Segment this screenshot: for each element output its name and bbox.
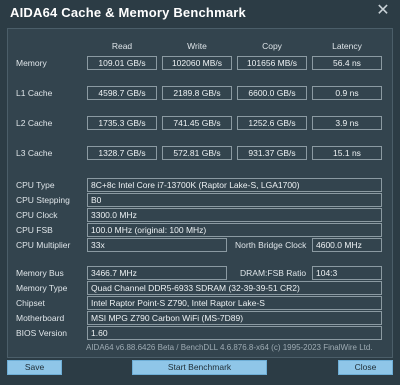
- version-info: AIDA64 v6.88.6426 Beta / BenchDLL 4.6.87…: [86, 343, 373, 352]
- memory-latency: 56.4 ns: [312, 56, 382, 70]
- cpu-fsb-value: 100.0 MHz (original: 100 MHz): [87, 223, 382, 237]
- l2-write: 741.45 GB/s: [162, 116, 232, 130]
- window-title: AIDA64 Cache & Memory Benchmark: [10, 5, 246, 20]
- memory-bus-label: Memory Bus: [16, 268, 64, 278]
- header-write: Write: [187, 41, 207, 51]
- l2-copy: 1252.6 GB/s: [237, 116, 307, 130]
- memory-type-label: Memory Type: [16, 283, 68, 293]
- cpu-stepping-value: B0: [87, 193, 382, 207]
- l3-copy: 931.37 GB/s: [237, 146, 307, 160]
- l2-read: 1735.3 GB/s: [87, 116, 157, 130]
- cpu-stepping-label: CPU Stepping: [16, 195, 70, 205]
- motherboard-value: MSI MPG Z790 Carbon WiFi (MS-7D89): [87, 311, 382, 325]
- header-copy: Copy: [262, 41, 282, 51]
- cpu-multiplier-label: CPU Multiplier: [16, 240, 71, 250]
- cpu-fsb-label: CPU FSB: [16, 225, 53, 235]
- close-button[interactable]: Close: [338, 360, 393, 375]
- row-label-memory: Memory: [16, 58, 47, 68]
- nb-clock-label: North Bridge Clock: [235, 240, 307, 250]
- l1-copy: 6600.0 GB/s: [237, 86, 307, 100]
- l1-latency: 0.9 ns: [312, 86, 382, 100]
- save-button[interactable]: Save: [7, 360, 62, 375]
- memory-type-value: Quad Channel DDR5-6933 SDRAM (32-39-39-5…: [87, 281, 382, 295]
- nb-clock-value: 4600.0 MHz: [312, 238, 382, 252]
- cpu-clock-label: CPU Clock: [16, 210, 58, 220]
- row-label-l1: L1 Cache: [16, 88, 53, 98]
- cpu-type-label: CPU Type: [16, 180, 55, 190]
- l3-latency: 15.1 ns: [312, 146, 382, 160]
- cpu-multiplier-value: 33x: [87, 238, 227, 252]
- row-label-l2: L2 Cache: [16, 118, 53, 128]
- cpu-clock-value: 3300.0 MHz: [87, 208, 382, 222]
- l3-write: 572.81 GB/s: [162, 146, 232, 160]
- l1-write: 2189.8 GB/s: [162, 86, 232, 100]
- dram-fsb-label: DRAM:FSB Ratio: [240, 268, 307, 278]
- close-icon[interactable]: ✕: [376, 3, 390, 19]
- dram-fsb-value: 104:3: [312, 266, 382, 280]
- bios-version-label: BIOS Version: [16, 328, 68, 338]
- l3-read: 1328.7 GB/s: [87, 146, 157, 160]
- start-benchmark-button[interactable]: Start Benchmark: [132, 360, 267, 375]
- l2-latency: 3.9 ns: [312, 116, 382, 130]
- memory-read: 109.01 GB/s: [87, 56, 157, 70]
- chipset-label: Chipset: [16, 298, 45, 308]
- memory-bus-value: 3466.7 MHz: [87, 266, 227, 280]
- motherboard-label: Motherboard: [16, 313, 65, 323]
- memory-write: 102060 MB/s: [162, 56, 232, 70]
- memory-copy: 101656 MB/s: [237, 56, 307, 70]
- header-latency: Latency: [332, 41, 362, 51]
- header-read: Read: [111, 41, 133, 51]
- bios-version-value: 1.60: [87, 326, 382, 340]
- chipset-value: Intel Raptor Point-S Z790, Intel Raptor …: [87, 296, 382, 310]
- cpu-type-value: 8C+8c Intel Core i7-13700K (Raptor Lake-…: [87, 178, 382, 192]
- l1-read: 4598.7 GB/s: [87, 86, 157, 100]
- row-label-l3: L3 Cache: [16, 148, 53, 158]
